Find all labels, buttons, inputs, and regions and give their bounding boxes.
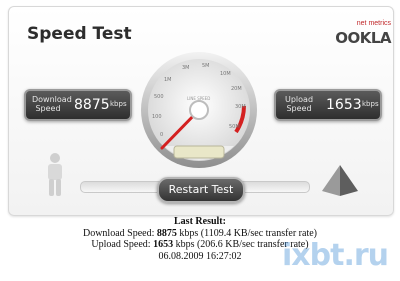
upload-speed-readout: Upload Speed 1653 kbps [274,89,382,121]
gauge-tick-500: 500 [154,94,164,100]
upload-speed-value: 1653 [326,97,362,113]
download-speed-unit: kbps [110,100,127,108]
speed-gauge: 0 100 500 1M 3M 5M 10M 20M 30M 50M LINE … [141,52,257,168]
gauge-tick-50m: 50M [229,124,240,130]
download-prefix: Download Speed: [82,227,155,239]
upload-speed-label: Upload Speed [284,95,314,113]
gauge-tick-10m: 10M [220,71,231,77]
gauge-tick-1m: 1M [164,77,172,83]
download-speed-label: Download Speed [32,95,72,113]
download-suffix: kbps (1109.4 KB/sec transfer rate) [179,227,318,239]
upload-result-value: 1653 [153,239,174,250]
upload-speed-unit: kbps [362,100,379,108]
gauge-tick-0: 0 [160,132,163,138]
gauge-tick-20m: 20M [231,86,242,92]
upload-label-line2: Speed [286,104,312,113]
app-title: Speed Test [27,24,132,44]
download-result-value: 8875 [156,227,177,239]
upload-prefix: Upload Speed: [91,239,151,250]
upload-label-line1: Upload [284,95,314,104]
gauge-tick-5m: 5M [202,63,210,69]
download-label-line1: Download [32,95,72,104]
server-icon [322,165,358,196]
download-speed-value: 8875 [74,97,110,113]
ookla-logo: net metrics OOKLA [327,20,391,50]
brand-tagline: net metrics [356,20,391,27]
gauge-hub [189,100,209,120]
last-result-heading: Last Result: [174,216,226,227]
download-label-line2: Speed [35,104,61,113]
user-icon [48,153,62,196]
gauge-tick-100: 100 [152,114,162,120]
brand-name: OOKLA [335,29,391,47]
gauge-tick-3m: 3M [182,65,190,71]
gauge-window [173,145,225,159]
download-speed-readout: Download Speed 8875 kbps [24,89,132,121]
restart-test-button[interactable]: Restart Test [157,177,245,203]
site-watermark: ixbt.ru [282,238,389,273]
gauge-tick-30m: 30M [235,104,246,110]
